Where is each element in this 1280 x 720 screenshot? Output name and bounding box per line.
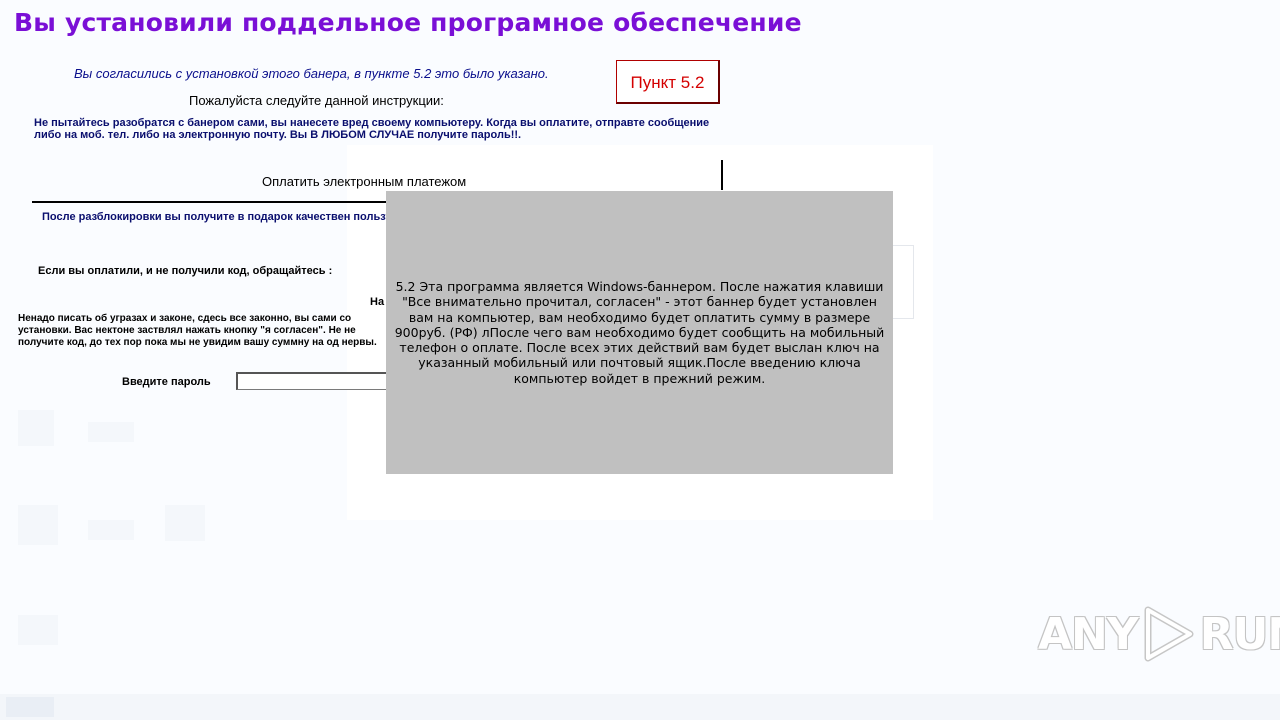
desktop-ghost-icon [18,615,58,645]
desktop-ghost-icon [18,410,54,446]
anyrun-watermark: ANY RUN [1038,606,1280,662]
threat-text: Ненадо писать об угразах и законе, сдесь… [18,313,377,348]
desktop-ghost-icon [88,520,134,540]
desktop-ghost-icon [165,505,205,541]
warning-text: Не пытайтесь разобратся с банером сами, … [34,117,710,141]
watermark-left-text: ANY [1038,608,1139,660]
page-title: Вы установили поддельное програмное обес… [14,8,802,37]
start-button[interactable] [6,697,54,717]
info-popup: 5.2 Эта программа является Windows-банне… [386,191,893,474]
password-label: Введите пароль [122,376,211,388]
play-icon [1144,606,1194,662]
na-text: На [370,296,385,308]
popup-text: 5.2 Эта программа является Windows-банне… [394,278,885,386]
pay-electronic-label[interactable]: Оплатить электронным платежом [262,174,466,189]
punkt-5-2-button[interactable]: Пункт 5.2 [616,60,720,104]
desktop-ghost-icon [88,422,134,442]
instruction-text: Пожалуйста следуйте данной инструкции: [189,93,444,108]
password-input[interactable] [236,372,396,390]
desktop-ghost-icon [18,505,58,545]
watermark-right-text: RUN [1199,608,1280,660]
agree-text: Вы согласились с установкой этого банера… [74,66,549,81]
if-paid-text: Если вы оплатили, и не получили код, обр… [38,265,333,277]
taskbar [0,694,1280,720]
divider-vertical [721,160,723,190]
